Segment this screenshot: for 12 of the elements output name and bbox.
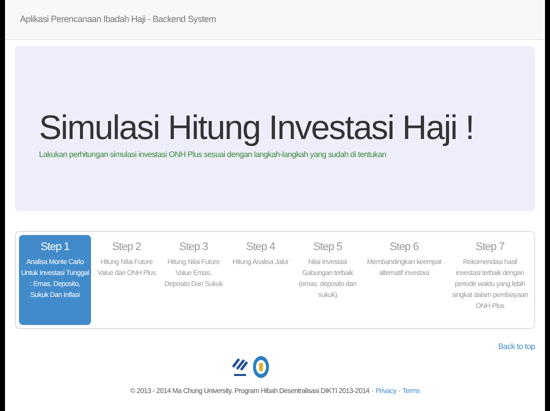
step-label: Step 2: [112, 240, 141, 255]
step-label: Step 4: [246, 240, 275, 255]
step-label: Step 1: [40, 240, 70, 255]
step-label: Step 5: [313, 240, 342, 255]
step-label: Step 6: [390, 240, 418, 255]
brand-title[interactable]: Aplikasi Perencanaan Ibadah Haji - Backend System: [20, 12, 216, 26]
hero-subtitle: Lakukan perhitungan simulasi investasi ONH Plus sesuai dengan langkah-langkah yang sudah di tentukan: [39, 148, 388, 160]
emblem-logo-icon: [252, 355, 270, 379]
back-to-top-link[interactable]: Back to top: [498, 341, 535, 353]
step-label: Step 7: [476, 240, 504, 255]
step-label: Step 3: [179, 240, 208, 255]
hero-title: Simulasi Hitung Investasi Haji !: [39, 108, 475, 146]
